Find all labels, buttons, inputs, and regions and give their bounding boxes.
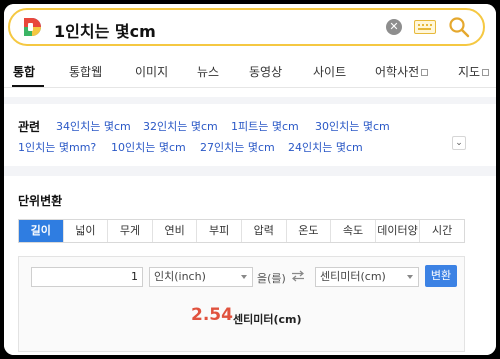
related-link[interactable]: 1인치는 몇mm?	[18, 139, 96, 155]
related-link[interactable]: 10인치는 몇cm	[111, 139, 186, 155]
related-link[interactable]: 34인치는 몇cm	[56, 118, 131, 134]
tab-map[interactable]: 지도	[458, 63, 490, 80]
related-searches: 관련 34인치는 몇cm 32인치는 몇cm 1피트는 몇cm 30인치는 몇c…	[4, 104, 496, 166]
tab-images[interactable]: 이미지	[135, 63, 168, 80]
unit-tab-fuel[interactable]: 연비	[152, 220, 198, 242]
unit-converter: 단위변환 길이 넓이 무게 연비 부피 압력 온도 속도 데이터양 시간 1 인…	[4, 176, 496, 355]
tab-video[interactable]: 동영상	[249, 63, 282, 80]
unit-category-tabs: 길이 넓이 무게 연비 부피 압력 온도 속도 데이터양 시간	[18, 219, 465, 243]
related-link[interactable]: 32인치는 몇cm	[143, 118, 218, 134]
tab-map-label: 지도	[458, 65, 481, 79]
value-input[interactable]: 1	[31, 267, 143, 287]
related-link[interactable]: 1피트는 몇cm	[231, 118, 299, 134]
unit-tab-data[interactable]: 데이터양	[375, 220, 421, 242]
related-link[interactable]: 24인치는 몇cm	[288, 139, 363, 155]
converter-panel: 1 인치(inch) 을(를) 센티미터(cm) 변환 2.54 센티미터(cm…	[18, 256, 465, 352]
browser-frame: 1인치는 몇cm ✕ 통합 통합웹 이미지 뉴스 동영상 사이트 어학사전 지도…	[4, 4, 496, 355]
result-value: 2.54	[191, 305, 233, 325]
related-link[interactable]: 30인치는 몇cm	[315, 118, 390, 134]
external-link-icon	[482, 69, 490, 76]
unit-tab-length[interactable]: 길이	[19, 220, 64, 242]
unit-tab-speed[interactable]: 속도	[331, 220, 376, 242]
related-title: 관련	[18, 120, 41, 134]
tab-site[interactable]: 사이트	[313, 63, 346, 80]
tab-dictionary[interactable]: 어학사전	[375, 63, 429, 80]
keyboard-icon[interactable]	[414, 20, 436, 34]
search-box[interactable]: 1인치는 몇cm ✕	[8, 8, 485, 46]
search-tabs: 통합 통합웹 이미지 뉴스 동영상 사이트 어학사전 지도	[4, 52, 496, 88]
unit-tab-temperature[interactable]: 온도	[286, 220, 332, 242]
convert-button[interactable]: 변환	[425, 265, 457, 287]
to-unit-label: 센티미터(cm)	[320, 270, 386, 283]
chevron-down-icon	[241, 275, 247, 279]
active-tab-indicator	[12, 85, 44, 87]
unit-tab-area[interactable]: 넓이	[63, 220, 109, 242]
tab-web[interactable]: 통합웹	[69, 63, 102, 80]
clear-icon[interactable]: ✕	[386, 19, 402, 35]
chevron-down-icon[interactable]: ⌄	[452, 136, 466, 150]
chevron-down-icon	[407, 275, 413, 279]
from-unit-select[interactable]: 인치(inch)	[149, 267, 253, 287]
tab-dictionary-label: 어학사전	[375, 65, 420, 79]
unit-tab-volume[interactable]: 부피	[197, 220, 242, 242]
swap-icon[interactable]	[291, 270, 305, 282]
external-link-icon	[421, 69, 429, 76]
result-unit: 센티미터(cm)	[233, 313, 302, 326]
search-icon[interactable]	[448, 16, 470, 38]
tab-integrated[interactable]: 통합	[13, 63, 35, 80]
tab-news[interactable]: 뉴스	[197, 63, 219, 80]
search-header: 1인치는 몇cm ✕ 통합 통합웹 이미지 뉴스 동영상 사이트 어학사전 지도	[4, 4, 496, 97]
particle-label: 을(를)	[257, 272, 286, 285]
search-input[interactable]: 1인치는 몇cm	[54, 18, 156, 42]
daum-logo-icon[interactable]	[21, 16, 43, 38]
unit-tab-weight[interactable]: 무게	[108, 220, 153, 242]
to-unit-select[interactable]: 센티미터(cm)	[315, 267, 419, 287]
converter-title: 단위변환	[18, 194, 63, 208]
unit-tab-time[interactable]: 시간	[420, 220, 464, 242]
related-link[interactable]: 27인치는 몇cm	[200, 139, 275, 155]
from-unit-label: 인치(inch)	[154, 270, 206, 283]
unit-tab-pressure[interactable]: 압력	[241, 220, 287, 242]
